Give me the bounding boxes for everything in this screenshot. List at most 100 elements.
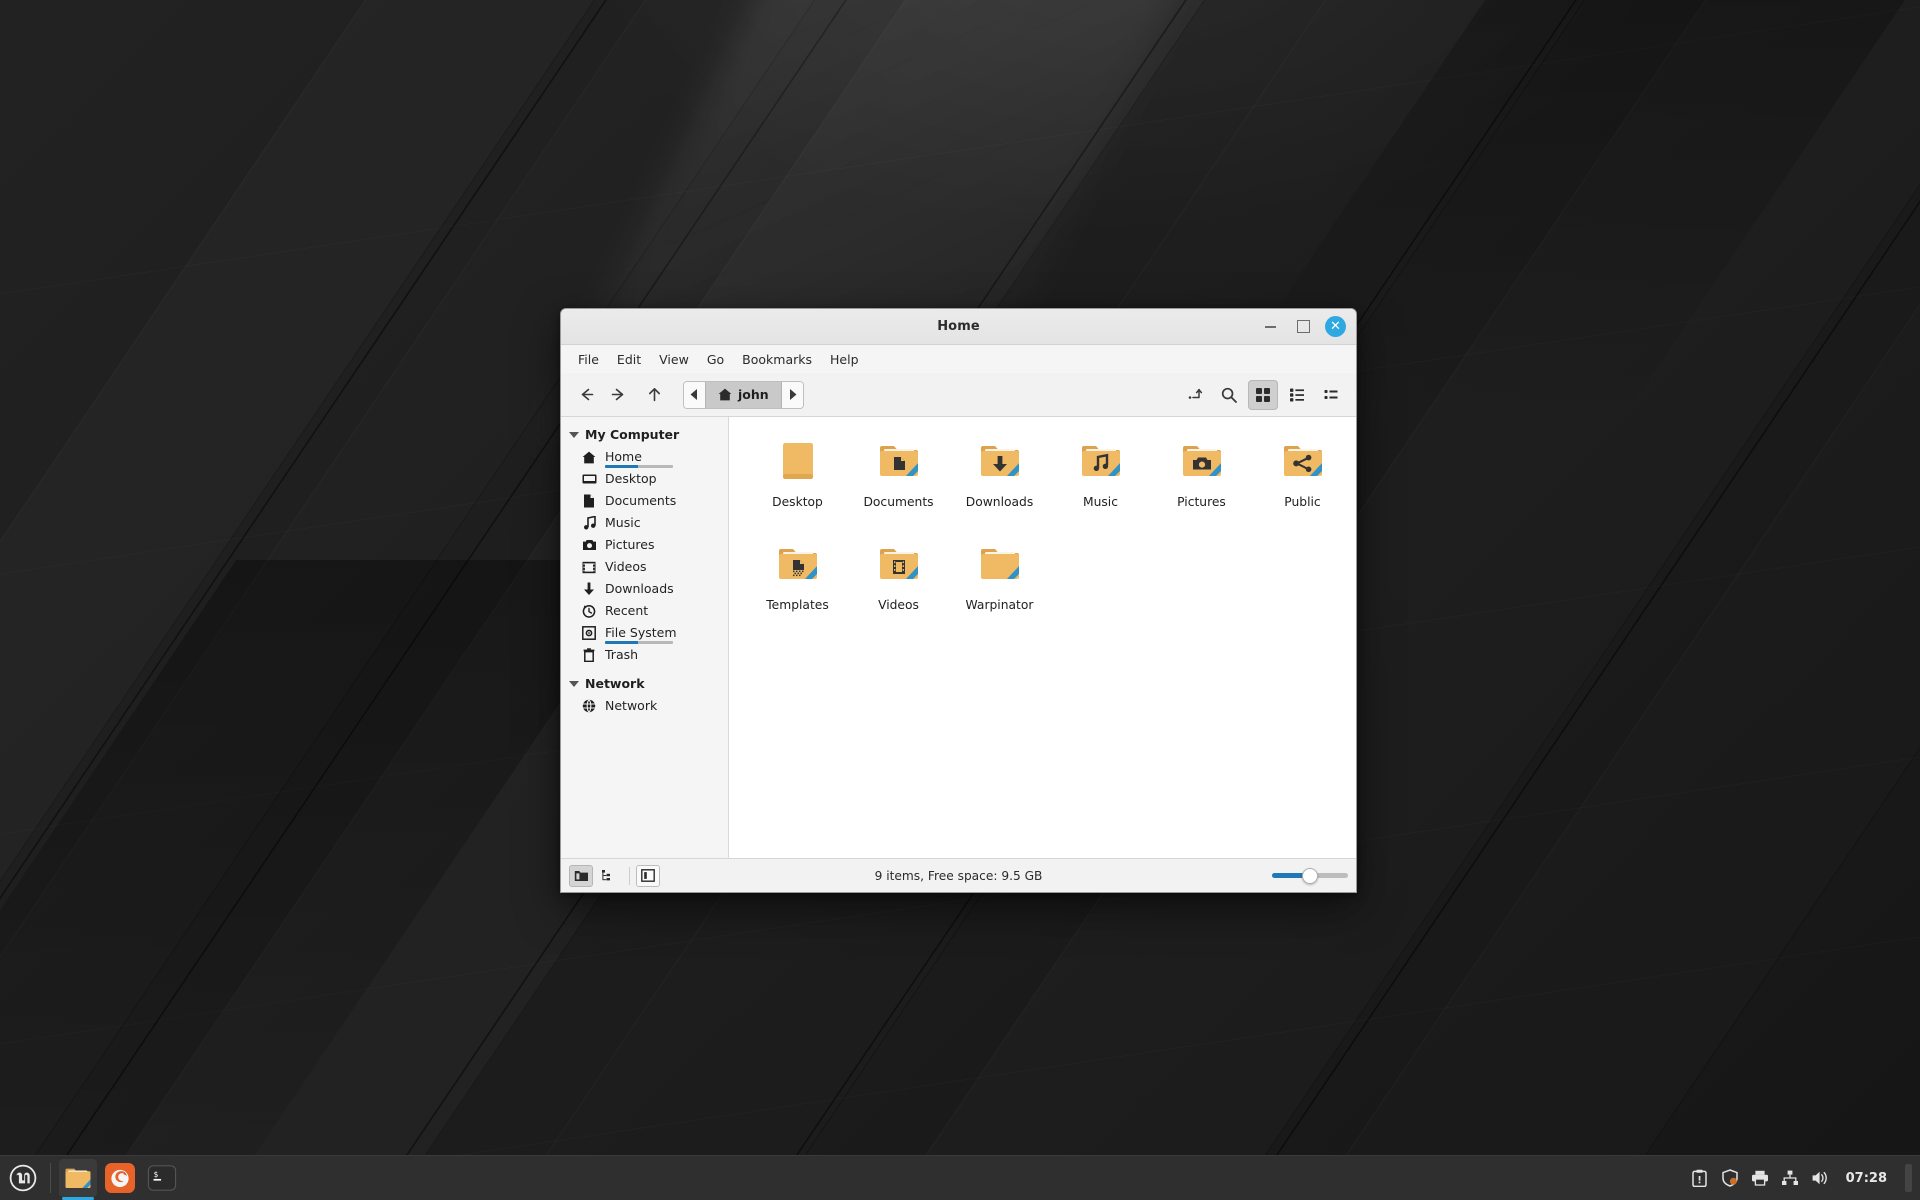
system-tray: 07:28 [1690,1164,1920,1192]
clock-history-icon [581,603,597,619]
sidebar-item-label: Network [605,698,658,713]
firewall-shield-icon[interactable] [1720,1168,1740,1188]
view-icon-grid-button[interactable] [1248,379,1278,410]
sidebar-toggle-icon [641,869,655,882]
file-item-warpinator[interactable]: Warpinator [949,536,1050,639]
taskbar: $ 07:28 [0,1155,1920,1200]
sidebar-item-desktop[interactable]: Desktop [561,468,728,490]
file-item-public[interactable]: Public [1252,433,1353,536]
list-view-icon [1290,388,1304,401]
maximize-button[interactable] [1292,316,1314,338]
sidebar-item-label: Pictures [605,537,655,552]
file-item-music[interactable]: Music [1050,433,1151,536]
file-manager-window[interactable]: Home ✕ File Edit View Go Bookmarks Help [560,308,1357,893]
minimize-button[interactable] [1259,316,1281,338]
sidebar-item-videos[interactable]: Videos [561,556,728,578]
harddisk-icon [581,625,597,641]
svg-text:$: $ [154,1170,159,1179]
folder-documents-icon [879,446,918,476]
status-bar: 9 items, Free space: 9.5 GB [561,858,1356,892]
sidebar-item-trash[interactable]: Trash [561,644,728,666]
show-desktop-button[interactable] [1905,1164,1912,1192]
camera-icon [581,537,597,553]
breadcrumb-next-button[interactable] [781,381,803,408]
menu-file[interactable]: File [569,349,608,370]
back-button[interactable] [571,380,601,410]
document-icon [581,493,597,509]
triangle-right-icon [789,389,797,400]
sidebar-item-file-system[interactable]: File System [561,622,728,644]
menu-bar: File Edit View Go Bookmarks Help [561,345,1356,373]
grid-view-icon [1256,387,1270,402]
search-icon [1221,387,1237,403]
up-button[interactable] [639,380,669,410]
sidebar-item-pictures[interactable]: Pictures [561,534,728,556]
firefox-icon [105,1163,135,1193]
sidebar-item-music[interactable]: Music [561,512,728,534]
menu-edit[interactable]: Edit [608,349,650,370]
file-label: Desktop [772,495,823,509]
menu-go[interactable]: Go [698,349,733,370]
network-icon[interactable] [1780,1168,1800,1188]
toggle-sidebar-button[interactable] [636,864,660,887]
file-label: Templates [766,598,829,612]
search-button[interactable] [1214,380,1244,410]
file-item-downloads[interactable]: Downloads [949,433,1050,536]
sidebar-item-label: Music [605,515,641,530]
menu-view[interactable]: View [650,349,698,370]
view-list-button[interactable] [1282,380,1312,410]
sidebar-item-recent[interactable]: Recent [561,600,728,622]
file-label: Videos [878,598,919,612]
taskbar-divider [50,1163,51,1193]
clock[interactable]: 07:28 [1840,1171,1893,1186]
taskbar-apps: $ [55,1159,181,1200]
volume-icon[interactable] [1810,1168,1830,1188]
menu-bookmarks[interactable]: Bookmarks [733,349,821,370]
file-label: Documents [863,495,934,509]
show-treeview-button[interactable] [596,865,620,887]
sidebar-item-documents[interactable]: Documents [561,490,728,512]
forward-button[interactable] [603,380,633,410]
file-grid: Desktop Documents Downloads Music Pictur… [729,417,1356,858]
file-item-desktop[interactable]: Desktop [747,433,848,536]
taskbar-app-firefox[interactable] [101,1159,139,1197]
view-compact-button[interactable] [1316,380,1346,410]
menu-help[interactable]: Help [821,349,868,370]
breadcrumb-prev-button[interactable] [684,381,705,408]
file-item-videos[interactable]: Videos [848,536,949,639]
sidebar-item-label: Documents [605,493,677,508]
places-icon [574,871,588,881]
taskbar-app-file-manager[interactable] [59,1159,97,1200]
sidebar-section-my-computer[interactable]: My Computer [561,423,728,446]
treeview-icon [601,870,610,881]
file-item-documents[interactable]: Documents [848,433,949,536]
breadcrumb-current-john[interactable]: john [705,381,782,408]
sidebar-item-home[interactable]: Home [561,446,728,468]
terminal-icon: $ [147,1165,177,1191]
sidebar-item-label: Recent [605,603,649,618]
file-item-pictures[interactable]: Pictures [1151,433,1252,536]
file-label: Pictures [1177,495,1226,509]
sidebar-item-label: Videos [605,559,647,574]
file-label: Music [1083,495,1118,509]
sidebar-item-network[interactable]: Network [561,695,728,717]
start-menu-button[interactable] [0,1156,46,1200]
folder-music-icon [1081,446,1120,476]
sidebar-section-label: Network [585,676,645,691]
window-titlebar[interactable]: Home ✕ [561,309,1356,345]
zoom-slider-handle[interactable] [1302,867,1318,884]
file-item-templates[interactable]: Templates [747,536,848,639]
file-label: Public [1284,495,1321,509]
update-manager-icon[interactable] [1690,1168,1710,1188]
toggle-location-entry-button[interactable] [1180,380,1210,410]
folder-templates-icon [778,549,817,579]
close-button[interactable]: ✕ [1325,316,1346,337]
sidebar-section-network[interactable]: Network [561,672,728,695]
taskbar-app-terminal[interactable]: $ [143,1159,181,1197]
printer-icon[interactable] [1750,1168,1770,1188]
show-places-button[interactable] [569,864,593,887]
sidebar-item-downloads[interactable]: Downloads [561,578,728,600]
zoom-slider[interactable] [1272,867,1348,885]
breadcrumb-label: john [738,387,769,402]
linux-mint-logo-icon [9,1164,37,1192]
